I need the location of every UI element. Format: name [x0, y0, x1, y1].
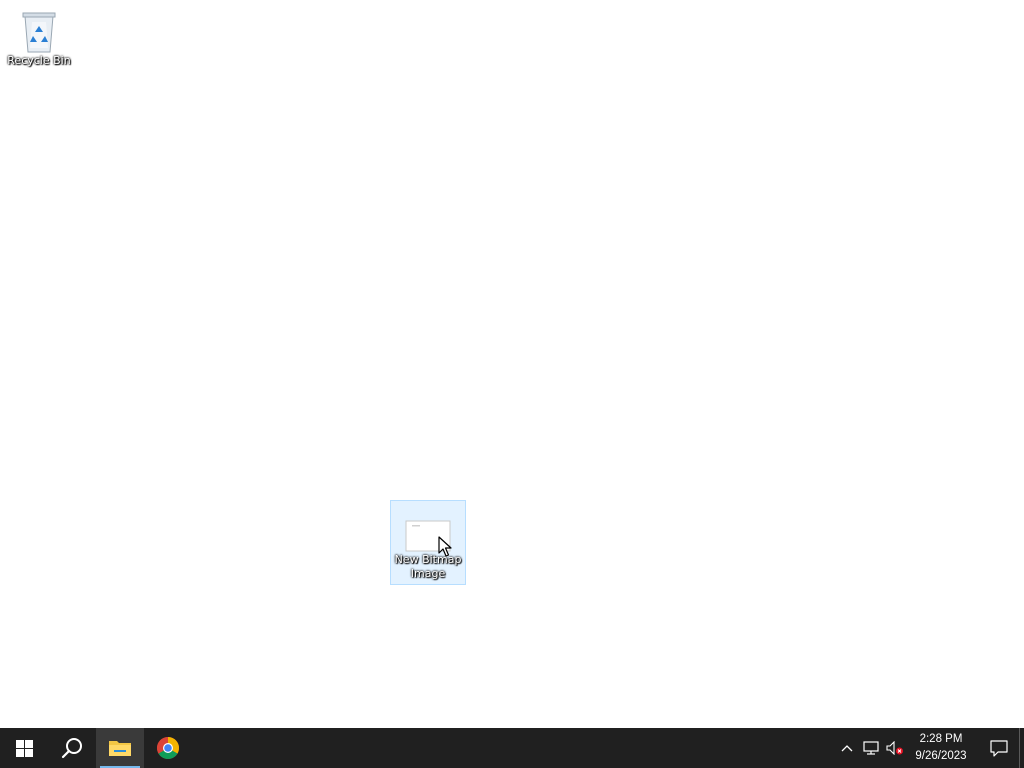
chevron-up-icon	[841, 745, 853, 752]
clock-time: 2:28 PM	[919, 733, 963, 745]
chrome-taskbar-button[interactable]	[144, 728, 192, 768]
system-tray: 2:28 PM 9/26/2023	[835, 728, 1024, 768]
taskbar: 2:28 PM 9/26/2023	[0, 728, 1024, 768]
file-explorer-taskbar-button[interactable]	[96, 728, 144, 768]
windows-logo-icon	[15, 739, 33, 757]
taskbar-clock[interactable]: 2:28 PM 9/26/2023	[909, 728, 973, 768]
show-hidden-icons-button[interactable]	[835, 728, 859, 768]
mouse-cursor-icon	[438, 536, 452, 557]
notification-icon	[990, 739, 1008, 757]
action-center-button[interactable]	[979, 728, 1019, 768]
start-button[interactable]	[0, 728, 48, 768]
folder-icon	[109, 741, 131, 756]
recycle-bin-label: Recycle Bin	[7, 54, 71, 67]
chrome-icon	[157, 737, 179, 759]
new-bitmap-image-shortcut[interactable]: New Bitmap Image	[390, 500, 466, 585]
recycle-bin-shortcut[interactable]: Recycle Bin	[1, 8, 77, 68]
volume-button[interactable]	[883, 728, 907, 768]
desktop[interactable]: Recycle Bin New Bitmap Image	[0, 0, 1024, 728]
desktop-overlay-text	[10, 84, 340, 184]
new-bitmap-image-label: New Bitmap Image	[394, 553, 462, 580]
search-button[interactable]	[48, 728, 96, 768]
recycle-bin-icon	[22, 12, 56, 53]
network-icon	[863, 741, 879, 755]
show-desktop-button[interactable]	[1019, 728, 1024, 768]
clock-date: 9/26/2023	[915, 750, 967, 762]
volume-muted-icon	[886, 741, 903, 755]
network-button[interactable]	[859, 728, 883, 768]
search-icon	[61, 738, 82, 759]
